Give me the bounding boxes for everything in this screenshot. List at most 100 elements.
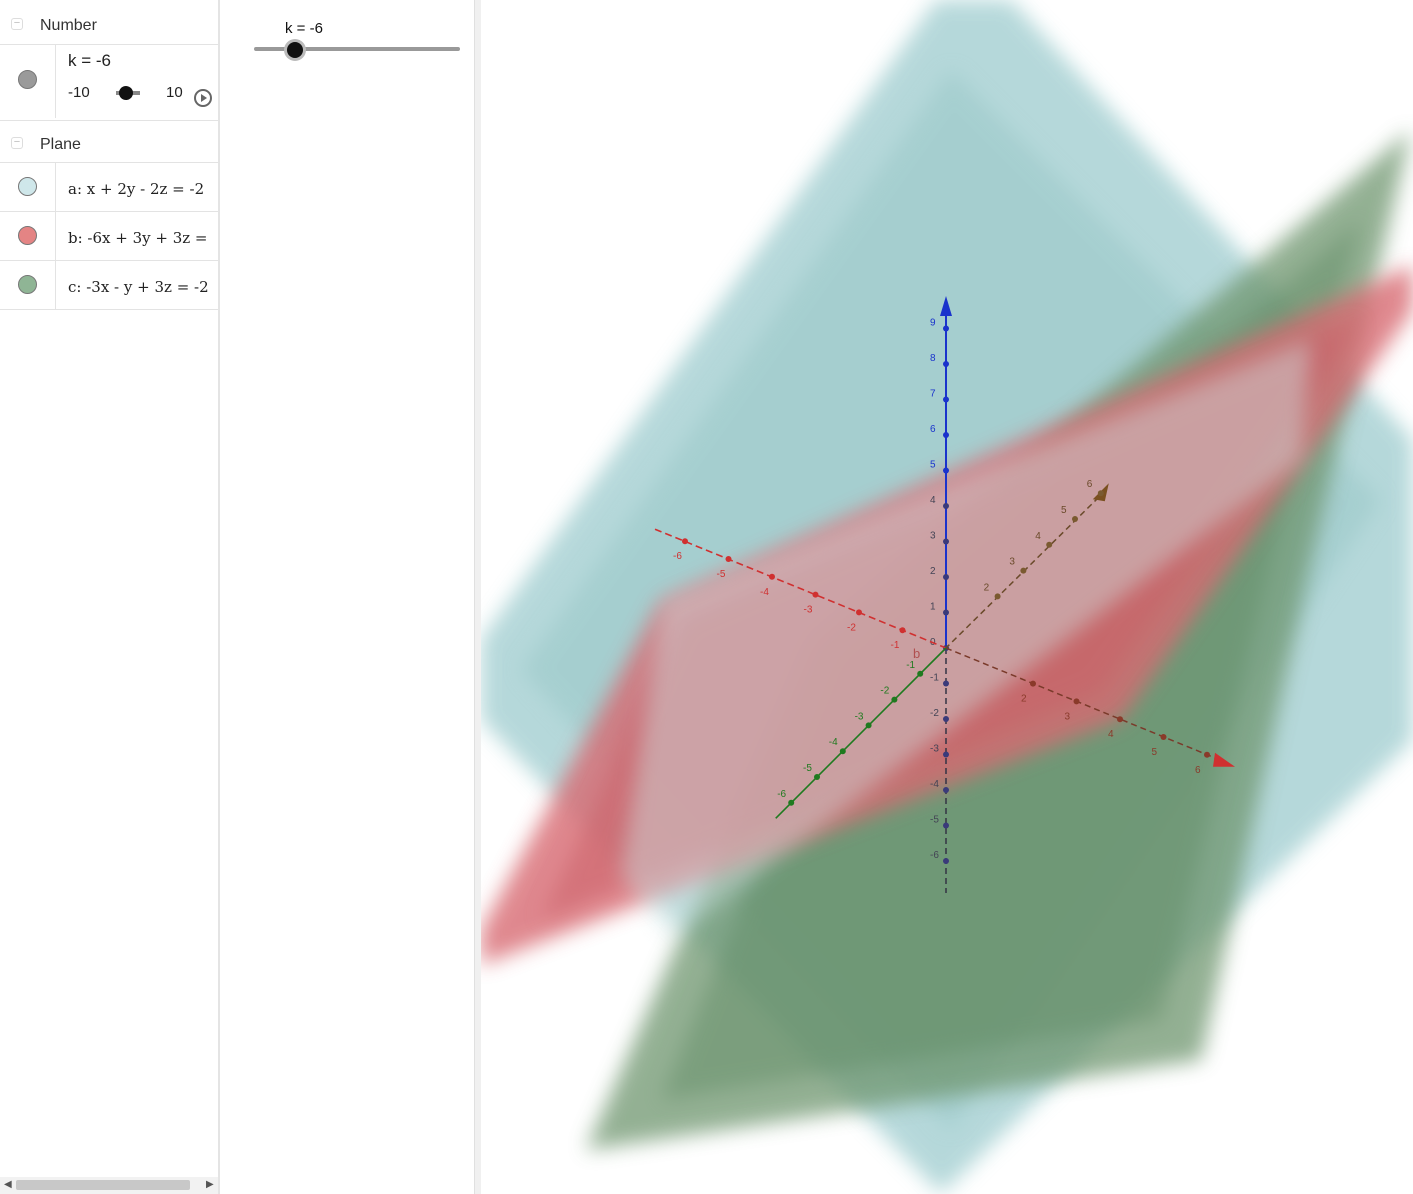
y-tick-label: -5 [803, 763, 812, 774]
x-tick-label: 2 [1021, 694, 1027, 705]
z-tick-label: 9 [930, 318, 936, 329]
z-tick-point [943, 538, 949, 545]
x-tick-label: -4 [760, 587, 769, 598]
z-tick-point [943, 680, 949, 687]
z-tick-point [943, 432, 949, 438]
z-tick-point [943, 751, 949, 758]
z-tick-point [943, 325, 949, 332]
z-tick-label: 2 [930, 566, 936, 577]
x-tick-label: -2 [847, 622, 856, 633]
slider-expression[interactable]: k = -6 [68, 51, 111, 71]
marble-cell [0, 163, 56, 211]
y-tick-point [891, 696, 898, 703]
scroll-right-icon[interactable]: ▶ [206, 1179, 214, 1190]
z-tick-point [943, 503, 949, 509]
x-tick-point [1030, 680, 1036, 687]
x-tick-label: -3 [804, 605, 813, 616]
x-tick-point [682, 538, 688, 545]
group-header-number[interactable]: − Number [0, 2, 218, 46]
slider-min: -10 [68, 84, 90, 101]
algebra-item-b[interactable]: b: -6x + 3y + 3z = [0, 211, 218, 260]
x-tick-point [1117, 716, 1123, 723]
y-tick-label: -3 [855, 711, 864, 722]
collapse-icon[interactable]: − [11, 137, 23, 149]
z-tick-point [943, 467, 949, 474]
y-tick-label: 4 [1035, 531, 1041, 542]
slider-line[interactable] [254, 47, 460, 51]
y-tick-label: -1 [906, 660, 915, 671]
plane-expression[interactable]: a: x + 2y - 2z = -2 [68, 180, 204, 198]
group-title: Number [40, 17, 97, 34]
marble-cell [0, 45, 56, 118]
slider-label: k = -6 [285, 20, 323, 37]
y-tick-point [994, 593, 1001, 600]
plane-expression[interactable]: b: -6x + 3y + 3z = [68, 229, 208, 247]
z-tick-point [943, 787, 949, 793]
x-tick-point [1160, 734, 1167, 740]
z-tick-label: -3 [930, 744, 939, 755]
x-tick-label: 5 [1152, 747, 1158, 758]
collapse-icon[interactable]: − [11, 18, 23, 30]
panel-divider[interactable] [474, 0, 481, 1194]
x-tick-label: -1 [891, 640, 900, 651]
visibility-marble-icon[interactable] [18, 275, 37, 294]
3d-canvas[interactable]: 9876543210-1-2-3-4-5-6-6-5-4-3-2-123456-… [481, 0, 1413, 1194]
visibility-marble-icon[interactable] [18, 226, 37, 245]
z-tick-label: 4 [930, 495, 936, 506]
algebra-item-c[interactable]: c: -3x - y + 3z = -2 [0, 260, 218, 310]
visibility-marble-icon[interactable] [18, 177, 37, 196]
x-tick-label: 3 [1065, 711, 1071, 722]
slider-knob[interactable] [119, 86, 133, 100]
horizontal-scrollbar[interactable]: ◀ ▶ [0, 1177, 218, 1194]
x-tick-label: 4 [1108, 729, 1114, 740]
z-tick-point [943, 822, 949, 829]
z-tick-label: 1 [930, 602, 936, 613]
z-tick-label: 5 [930, 460, 936, 471]
marble-cell [0, 212, 56, 260]
graphics-3d-view[interactable]: 9876543210-1-2-3-4-5-6-6-5-4-3-2-123456-… [481, 0, 1413, 1194]
y-tick-point [1046, 541, 1053, 548]
play-animation-icon[interactable] [194, 89, 212, 107]
x-tick-point [856, 609, 862, 616]
z-tick-label: -1 [930, 673, 939, 684]
slider-max: 10 [166, 84, 183, 101]
plane-expression[interactable]: c: -3x - y + 3z = -2 [68, 278, 209, 296]
y-tick-point [788, 799, 795, 806]
k-slider[interactable]: k = -6 [254, 18, 460, 58]
x-tick-label: 6 [1195, 765, 1201, 776]
y-tick-point [1020, 567, 1027, 574]
slider-point[interactable] [287, 42, 304, 58]
y-tick-point [814, 774, 820, 780]
algebra-item-a[interactable]: a: x + 2y - 2z = -2 [0, 162, 218, 211]
y-tick-point [1097, 490, 1104, 497]
y-tick-label: 5 [1061, 505, 1067, 516]
y-tick-label: -4 [829, 737, 838, 748]
y-tick-point [917, 670, 924, 677]
scroll-left-icon[interactable]: ◀ [4, 1179, 12, 1190]
visibility-marble-icon[interactable] [18, 70, 37, 89]
x-tick-point [1204, 751, 1210, 758]
group-header-plane[interactable]: − Plane [0, 120, 218, 165]
x-tick-point [1073, 698, 1080, 705]
z-tick-point [943, 396, 949, 403]
x-tick-point [899, 627, 906, 634]
z-tick-point [943, 609, 949, 616]
z-tick-label: -2 [930, 708, 939, 719]
z-tick-label: -6 [930, 850, 939, 861]
z-tick-point [943, 361, 949, 367]
z-tick-label: 6 [930, 424, 936, 435]
y-tick-label: 2 [984, 582, 990, 593]
scroll-thumb[interactable] [16, 1180, 190, 1190]
marble-cell [0, 261, 56, 309]
z-tick-point [943, 858, 949, 864]
x-tick-label: -5 [717, 569, 726, 580]
graphics-view[interactable]: k = -6 [226, 0, 474, 1194]
y-tick-point [839, 748, 846, 755]
z-tick-label: 3 [930, 531, 936, 542]
z-tick-label: 7 [930, 389, 936, 400]
x-tick-point [769, 573, 775, 580]
z-tick-point [943, 716, 949, 722]
panel-divider[interactable] [218, 0, 220, 1194]
algebra-view: − Number k = -6 -10 10 − Plane a: x + 2y… [0, 0, 218, 1194]
y-tick-point [865, 722, 872, 729]
